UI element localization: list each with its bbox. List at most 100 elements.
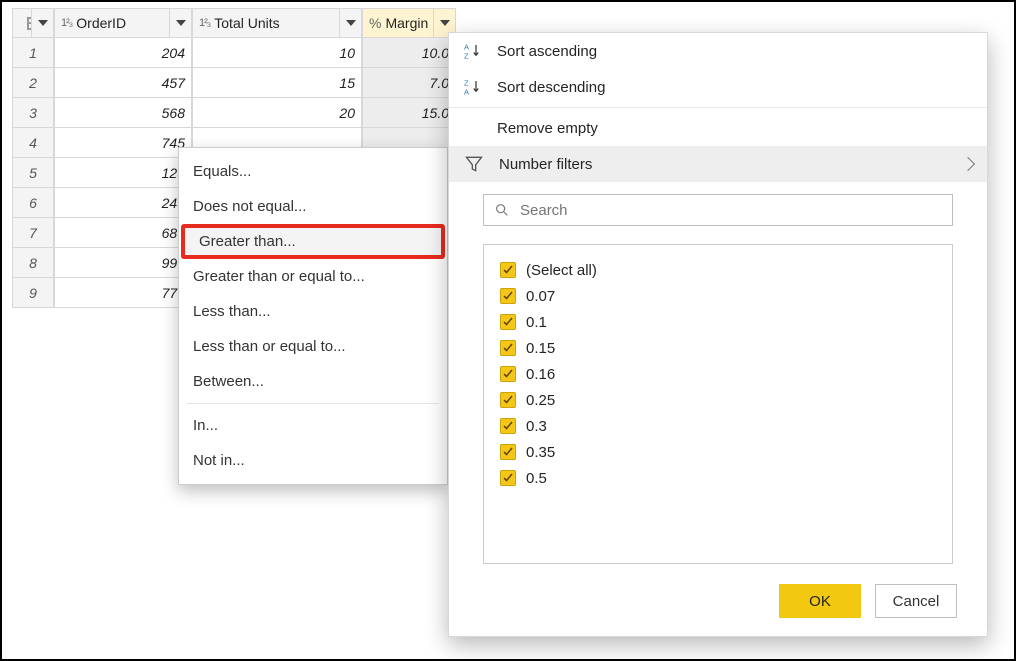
- svg-text:Z: Z: [464, 52, 469, 61]
- filter-greaterthan[interactable]: Greater than...: [181, 224, 445, 259]
- cell-orderid[interactable]: 777: [54, 278, 192, 308]
- remove-empty[interactable]: Remove empty: [449, 110, 987, 146]
- percent-type-icon: %: [369, 15, 381, 31]
- remove-empty-label: Remove empty: [497, 120, 598, 137]
- column-header-orderid[interactable]: 1²₃ OrderID: [54, 8, 192, 38]
- sort-ascending[interactable]: AZ Sort ascending: [449, 33, 987, 69]
- filter-value-label: 0.16: [526, 366, 555, 383]
- filter-between[interactable]: Between...: [179, 364, 447, 399]
- table-row[interactable]: 35682015.0: [12, 98, 454, 128]
- column-label: Margin: [385, 15, 428, 31]
- number-filters-label: Number filters: [499, 156, 592, 173]
- cell-orderid[interactable]: 125: [54, 158, 192, 188]
- filter-search[interactable]: [483, 194, 953, 226]
- table-row[interactable]: 2457157.0: [12, 68, 454, 98]
- column-filter-dropdown[interactable]: [339, 9, 361, 37]
- checkbox-checked-icon[interactable]: [500, 418, 516, 434]
- filter-value-label: 0.5: [526, 470, 547, 487]
- filter-lessthan[interactable]: Less than...: [179, 294, 447, 329]
- menu-separator: [449, 107, 987, 108]
- checkbox-checked-icon[interactable]: [500, 470, 516, 486]
- search-icon: [494, 202, 510, 218]
- row-number: 1: [12, 38, 54, 68]
- svg-text:Z: Z: [464, 79, 469, 88]
- chevron-down-icon: [176, 20, 186, 26]
- filter-search-input[interactable]: [518, 201, 942, 220]
- checkbox-checked-icon[interactable]: [500, 444, 516, 460]
- table-menu-dropdown[interactable]: [31, 9, 53, 37]
- table-row[interactable]: 12041010.0: [12, 38, 454, 68]
- row-number: 9: [12, 278, 54, 308]
- filter-icon: [463, 153, 485, 175]
- cell-totalunits[interactable]: 10: [192, 38, 362, 68]
- filter-lte[interactable]: Less than or equal to...: [179, 329, 447, 364]
- cell-orderid[interactable]: 457: [54, 68, 192, 98]
- column-header-margin[interactable]: % Margin: [362, 8, 456, 38]
- column-label: Total Units: [214, 15, 279, 31]
- row-number: 2: [12, 68, 54, 98]
- checkbox-checked-icon[interactable]: [500, 288, 516, 304]
- row-number: 6: [12, 188, 54, 218]
- svg-text:A: A: [464, 88, 469, 97]
- checkbox-checked-icon[interactable]: [500, 314, 516, 330]
- filter-value-item[interactable]: 0.25: [500, 387, 936, 413]
- filter-value-label: 0.07: [526, 288, 555, 305]
- number-filters[interactable]: Number filters: [449, 146, 987, 182]
- sort-descending[interactable]: ZA Sort descending: [449, 69, 987, 105]
- row-number: 5: [12, 158, 54, 188]
- svg-text:A: A: [464, 43, 469, 52]
- filter-value-item[interactable]: 0.15: [500, 335, 936, 361]
- chevron-down-icon: [440, 20, 450, 26]
- cell-orderid[interactable]: 245: [54, 188, 192, 218]
- filter-notin[interactable]: Not in...: [179, 443, 447, 478]
- ok-button[interactable]: OK: [779, 584, 861, 618]
- number-type-icon: 1²₃: [199, 17, 210, 29]
- sort-asc-icon: AZ: [463, 41, 483, 61]
- filter-in[interactable]: In...: [179, 408, 447, 443]
- cell-totalunits[interactable]: 20: [192, 98, 362, 128]
- filter-value-item[interactable]: 0.1: [500, 309, 936, 335]
- filter-value-label: 0.25: [526, 392, 555, 409]
- chevron-right-icon: [961, 157, 975, 171]
- chevron-down-icon: [38, 20, 48, 26]
- cell-margin[interactable]: 7.0: [362, 68, 456, 98]
- filter-value-label: 0.1: [526, 314, 547, 331]
- filter-gte[interactable]: Greater than or equal to...: [179, 259, 447, 294]
- sort-asc-label: Sort ascending: [497, 43, 597, 60]
- checkbox-checked-icon[interactable]: [500, 340, 516, 356]
- cell-orderid[interactable]: 687: [54, 218, 192, 248]
- cell-orderid[interactable]: 999: [54, 248, 192, 278]
- checkbox-checked-icon[interactable]: [500, 392, 516, 408]
- column-filter-dropdown[interactable]: [169, 9, 191, 37]
- checkbox-checked-icon[interactable]: [500, 366, 516, 382]
- filter-value-label: 0.15: [526, 340, 555, 357]
- checkbox-checked-icon[interactable]: [500, 262, 516, 278]
- cell-orderid[interactable]: 568: [54, 98, 192, 128]
- filter-value-selectall[interactable]: (Select all): [500, 257, 936, 283]
- filter-value-item[interactable]: 0.3: [500, 413, 936, 439]
- cell-orderid[interactable]: 745: [54, 128, 192, 158]
- cancel-button[interactable]: Cancel: [875, 584, 957, 618]
- menu-separator: [187, 403, 439, 404]
- column-filter-panel: AZ Sort ascending ZA Sort descending Rem…: [448, 32, 988, 637]
- sort-desc-label: Sort descending: [497, 79, 605, 96]
- filter-values-list: (Select all) 0.07 0.1 0.15 0.16 0.25 0.3 0.35 0…: [483, 244, 953, 564]
- row-number: 3: [12, 98, 54, 128]
- cell-margin[interactable]: 15.0: [362, 98, 456, 128]
- filter-equals[interactable]: Equals...: [179, 154, 447, 189]
- column-label: OrderID: [76, 15, 126, 31]
- grid-corner[interactable]: [12, 8, 54, 38]
- number-type-icon: 1²₃: [61, 17, 72, 29]
- filter-doesnotequal[interactable]: Does not equal...: [179, 189, 447, 224]
- filter-value-item[interactable]: 0.07: [500, 283, 936, 309]
- filter-value-item[interactable]: 0.35: [500, 439, 936, 465]
- filter-value-label: 0.35: [526, 444, 555, 461]
- sort-desc-icon: ZA: [463, 77, 483, 97]
- cell-totalunits[interactable]: 15: [192, 68, 362, 98]
- filter-value-item[interactable]: 0.5: [500, 465, 936, 491]
- cell-orderid[interactable]: 204: [54, 38, 192, 68]
- column-header-totalunits[interactable]: 1²₃ Total Units: [192, 8, 362, 38]
- cell-margin[interactable]: 10.0: [362, 38, 456, 68]
- filter-value-label: (Select all): [526, 262, 597, 279]
- filter-value-item[interactable]: 0.16: [500, 361, 936, 387]
